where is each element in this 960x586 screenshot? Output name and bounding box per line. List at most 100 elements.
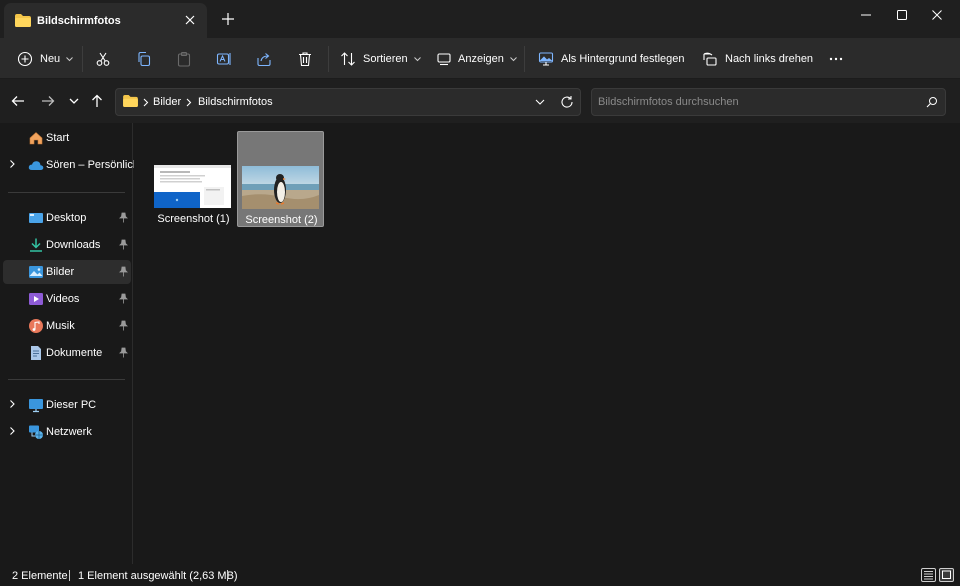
sidebar-item-musik[interactable]: Musik bbox=[3, 314, 131, 338]
breadcrumb-chevron-icon bbox=[186, 98, 192, 107]
sidebar-item-start[interactable]: Start bbox=[3, 126, 131, 150]
paste-button[interactable] bbox=[176, 46, 192, 72]
copy-button[interactable] bbox=[136, 46, 152, 72]
breadcrumb-chevron-icon bbox=[143, 98, 149, 107]
copy-icon bbox=[138, 51, 151, 67]
share-button[interactable] bbox=[256, 46, 272, 72]
sidebar-item-label: Videos bbox=[46, 293, 80, 305]
sort-icon bbox=[341, 52, 355, 66]
item-count: 2 Elemente bbox=[12, 570, 68, 582]
chevron-down-icon bbox=[510, 56, 517, 61]
plus-circle-icon bbox=[17, 51, 33, 67]
new-tab-icon[interactable] bbox=[219, 10, 237, 28]
search-input[interactable] bbox=[598, 94, 918, 110]
network-icon bbox=[29, 425, 43, 439]
expand-chevron-icon[interactable] bbox=[9, 426, 16, 436]
chevron-down-icon bbox=[66, 56, 74, 61]
penguin-image-thumbnail bbox=[242, 166, 319, 209]
forward-arrow-icon[interactable] bbox=[40, 93, 56, 109]
command-bar: Neu Sortieren Anzeigen Als Hintergrund f… bbox=[0, 38, 960, 79]
close-tab-icon[interactable] bbox=[182, 12, 198, 28]
music-icon bbox=[29, 319, 43, 333]
sort-button[interactable]: Sortieren bbox=[340, 46, 421, 72]
view-button[interactable]: Anzeigen bbox=[437, 46, 517, 72]
close-icon bbox=[932, 10, 942, 20]
sidebar-item-desktop[interactable]: Desktop bbox=[3, 206, 131, 230]
search-icon[interactable] bbox=[926, 96, 938, 108]
pin-icon[interactable] bbox=[119, 212, 128, 223]
computer-icon bbox=[29, 399, 43, 413]
search-box[interactable] bbox=[591, 88, 946, 116]
address-history-chevron-icon[interactable] bbox=[535, 98, 545, 106]
view-label: Anzeigen bbox=[458, 53, 504, 65]
document-icon bbox=[31, 346, 41, 360]
details-view-icon bbox=[924, 571, 933, 580]
address-bar[interactable]: Bilder Bildschirmfotos bbox=[115, 88, 581, 116]
sidebar-item-label: Dieser PC bbox=[46, 399, 97, 411]
set-background-label: Als Hintergrund festlegen bbox=[561, 53, 685, 65]
sidebar-item-dieser-pc[interactable]: Dieser PC bbox=[3, 393, 131, 417]
rename-button[interactable] bbox=[216, 46, 232, 72]
rotate-left-icon bbox=[703, 52, 717, 66]
expand-chevron-icon[interactable] bbox=[9, 159, 16, 169]
sidebar-item-label: Dokumente bbox=[46, 347, 103, 359]
sidebar-item-label: Start bbox=[46, 132, 70, 144]
set-background-button[interactable]: Als Hintergrund festlegen bbox=[538, 46, 685, 72]
pin-icon[interactable] bbox=[119, 320, 128, 331]
cut-button[interactable] bbox=[95, 46, 111, 72]
desktop-icon bbox=[29, 213, 43, 223]
tab-title: Bildschirmfotos bbox=[37, 15, 121, 27]
status-divider bbox=[69, 570, 70, 581]
new-button[interactable]: Neu bbox=[17, 46, 74, 72]
sidebar-item-downloads[interactable]: Downloads bbox=[3, 233, 131, 257]
chevron-down-icon bbox=[413, 56, 421, 61]
navigation-pane: Start Sören – Persönlich Desktop Downloa… bbox=[0, 123, 139, 564]
recent-locations-chevron-icon[interactable] bbox=[66, 93, 82, 109]
tiles-view-button[interactable] bbox=[939, 568, 954, 582]
file-item-screenshot-1[interactable]: Screenshot (1) bbox=[150, 131, 237, 227]
tab-bildschirmfotos[interactable]: Bildschirmfotos bbox=[4, 3, 207, 38]
sidebar-item-onedrive[interactable]: Sören – Persönlich bbox=[3, 153, 139, 177]
file-item-screenshot-2[interactable]: Screenshot (2) bbox=[237, 131, 324, 227]
breadcrumb-bilder[interactable]: Bilder bbox=[153, 96, 181, 108]
pin-icon[interactable] bbox=[119, 347, 128, 358]
details-view-button[interactable] bbox=[921, 568, 936, 582]
scissors-icon bbox=[96, 52, 110, 66]
pin-icon[interactable] bbox=[119, 266, 128, 277]
back-arrow-icon[interactable] bbox=[10, 93, 26, 109]
status-divider bbox=[227, 570, 228, 581]
up-arrow-icon[interactable] bbox=[89, 93, 105, 109]
minimize-icon bbox=[861, 14, 871, 16]
sidebar-divider bbox=[8, 192, 125, 193]
cloud-icon bbox=[28, 161, 44, 170]
pictures-icon bbox=[29, 266, 43, 278]
status-bar: 2 Elemente 1 Element ausgewählt (2,63 MB… bbox=[0, 564, 960, 586]
sidebar-item-bilder[interactable]: Bilder bbox=[3, 260, 131, 284]
sidebar-item-label: Musik bbox=[46, 320, 75, 332]
new-label: Neu bbox=[40, 53, 61, 65]
file-name: Screenshot (1) bbox=[157, 213, 230, 225]
sidebar-item-netzwerk[interactable]: Netzwerk bbox=[3, 420, 131, 444]
view-icon bbox=[437, 53, 451, 66]
file-view[interactable]: Screenshot (1) Screenshot (2) bbox=[134, 123, 960, 564]
pin-icon[interactable] bbox=[119, 239, 128, 250]
sidebar-item-label: Sören – Persönlich bbox=[46, 159, 139, 171]
delete-button[interactable] bbox=[297, 46, 313, 72]
pin-icon[interactable] bbox=[119, 293, 128, 304]
sidebar-item-label: Desktop bbox=[46, 212, 87, 224]
rotate-left-button[interactable]: Nach links drehen bbox=[702, 46, 813, 72]
more-options-button[interactable] bbox=[828, 46, 844, 72]
folder-icon bbox=[15, 14, 31, 27]
file-name: Screenshot (2) bbox=[245, 214, 318, 226]
sidebar-item-label: Netzwerk bbox=[46, 426, 92, 438]
breadcrumb-bildschirmfotos[interactable]: Bildschirmfotos bbox=[198, 96, 273, 108]
refresh-icon[interactable] bbox=[560, 95, 574, 109]
address-row: Bilder Bildschirmfotos bbox=[0, 79, 960, 123]
expand-chevron-icon[interactable] bbox=[9, 399, 16, 409]
sort-label: Sortieren bbox=[363, 53, 408, 65]
close-window-button[interactable] bbox=[914, 0, 960, 30]
ellipsis-icon bbox=[829, 57, 843, 61]
sidebar-item-dokumente[interactable]: Dokumente bbox=[3, 341, 131, 365]
sidebar-item-videos[interactable]: Videos bbox=[3, 287, 131, 311]
home-icon bbox=[29, 132, 43, 145]
